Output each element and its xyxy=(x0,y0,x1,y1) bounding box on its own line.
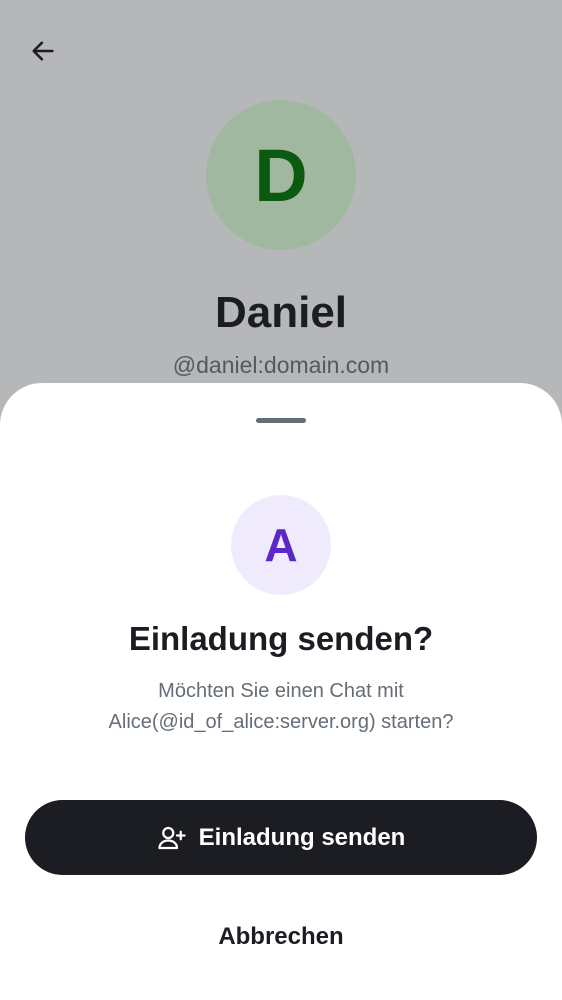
sheet-title: Einladung senden? xyxy=(128,620,434,657)
cancel-button[interactable]: Abbrechen xyxy=(131,903,431,971)
sheet-message: Möchten Sie einen Chat mit Alice(@id_of_… xyxy=(108,680,454,733)
drag-handle[interactable] xyxy=(256,418,306,423)
profile-handle: @daniel:domain.com xyxy=(172,352,390,378)
invitee-avatar: A xyxy=(231,495,331,595)
send-invite-button[interactable]: Einladung senden xyxy=(25,800,537,875)
profile-name: Daniel xyxy=(214,288,348,337)
arrow-left-icon xyxy=(32,41,54,61)
send-invite-label: Einladung senden xyxy=(198,823,406,851)
back-button[interactable] xyxy=(22,30,64,72)
invite-bottom-sheet: A Einladung senden? Möchten Sie einen Ch… xyxy=(0,383,562,1000)
user-add-icon xyxy=(158,826,186,849)
profile-avatar: D xyxy=(206,100,356,250)
